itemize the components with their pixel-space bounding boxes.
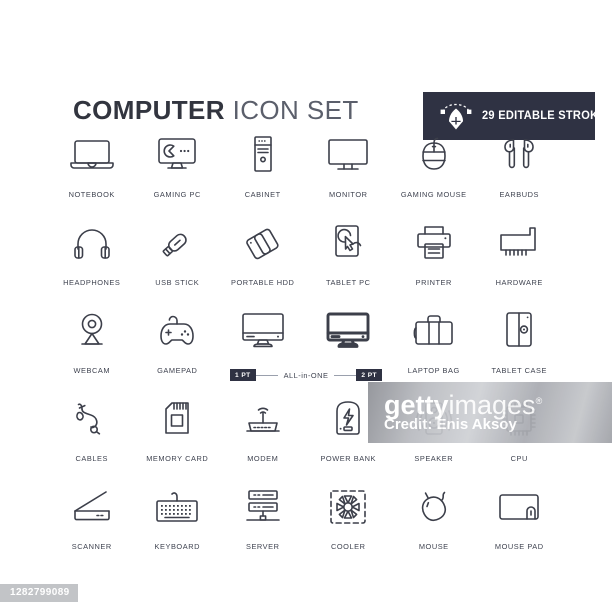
portable-hdd-icon bbox=[232, 214, 294, 272]
getty-watermark: gettyimages® Credit: Enis Aksoy bbox=[368, 382, 612, 443]
header: COMPUTER ICON SET 29 EDITABLE STROKE ICO… bbox=[0, 44, 612, 140]
icon-cell-keyboard[interactable]: KEYBOARD bbox=[135, 478, 221, 566]
icon-label: PRINTER bbox=[415, 278, 452, 287]
icon-label: POWER BANK bbox=[320, 454, 377, 463]
icon-row: NOTEBOOK GAMING PC CABINET MONITOR GAMIN… bbox=[0, 126, 612, 214]
icon-label: COOLER bbox=[330, 542, 366, 551]
tablet-case-icon bbox=[488, 302, 550, 360]
icon-cell-usb-stick[interactable]: USB STICK bbox=[135, 214, 221, 302]
icon-cell-cabinet[interactable]: CABINET bbox=[220, 126, 306, 214]
earbuds-icon bbox=[488, 126, 550, 184]
icon-cell-gaming-pc[interactable]: GAMING PC bbox=[135, 126, 221, 214]
badge-label: 29 EDITABLE STROKE ICONS bbox=[482, 110, 612, 122]
trademark-mark: ® bbox=[535, 396, 543, 406]
all-in-one-1pt-icon bbox=[232, 302, 294, 360]
usb-stick-icon bbox=[146, 214, 208, 272]
mouse-icon bbox=[403, 478, 465, 536]
callout-line-right bbox=[334, 374, 357, 376]
icon-cell-monitor[interactable]: MONITOR bbox=[306, 126, 392, 214]
cabinet-icon bbox=[232, 126, 294, 184]
icon-label: CPU bbox=[510, 454, 528, 463]
all-in-one-label: ALL-in-ONE bbox=[283, 370, 329, 380]
stroke-2pt-badge: 2 PT bbox=[356, 369, 382, 381]
icon-label: NOTEBOOK bbox=[68, 190, 115, 199]
icon-row: HEADPHONES USB STICK PORTABLE HDD TABLET… bbox=[0, 214, 612, 302]
icon-grid: NOTEBOOK GAMING PC CABINET MONITOR GAMIN… bbox=[0, 126, 612, 566]
icon-label: SPEAKER bbox=[414, 454, 454, 463]
headphones-icon bbox=[61, 214, 123, 272]
icon-cell-notebook[interactable]: NOTEBOOK bbox=[49, 126, 135, 214]
gamepad-icon bbox=[146, 302, 208, 360]
icon-label: SERVER bbox=[245, 542, 280, 551]
icon-cell-portable-hdd[interactable]: PORTABLE HDD bbox=[220, 214, 306, 302]
tablet-pc-icon bbox=[317, 214, 379, 272]
monitor-icon bbox=[317, 126, 379, 184]
page-title: COMPUTER ICON SET bbox=[73, 96, 359, 124]
icon-cell-gaming-mouse[interactable]: GAMING MOUSE bbox=[391, 126, 477, 214]
icon-label: HEADPHONES bbox=[63, 278, 121, 287]
scanner-icon bbox=[61, 478, 123, 536]
icon-cell-headphones[interactable]: HEADPHONES bbox=[49, 214, 135, 302]
icon-cell-cables[interactable]: CABLES bbox=[49, 390, 135, 478]
icon-label: GAMING PC bbox=[153, 190, 201, 199]
title-light: ICON SET bbox=[232, 95, 359, 125]
icon-label: HARDWARE bbox=[495, 278, 543, 287]
icon-label: TABLET PC bbox=[325, 278, 371, 287]
icon-label: CABINET bbox=[244, 190, 281, 199]
icon-cell-modem[interactable]: MODEM bbox=[220, 390, 306, 478]
hardware-card-icon bbox=[488, 214, 550, 272]
stroke-1pt-badge: 1 PT bbox=[230, 369, 256, 381]
icon-label: KEYBOARD bbox=[154, 542, 200, 551]
icon-cell-memory-card[interactable]: MEMORY CARD bbox=[135, 390, 221, 478]
icon-cell-printer[interactable]: PRINTER bbox=[391, 214, 477, 302]
gaming-pc-icon bbox=[146, 126, 208, 184]
callout-line-left bbox=[255, 374, 278, 376]
icon-label: CABLES bbox=[75, 454, 108, 463]
server-icon bbox=[232, 478, 294, 536]
laptop-bag-icon bbox=[403, 302, 465, 360]
stroke-weight-callout: 1 PT ALL-in-ONE 2 PT bbox=[0, 368, 612, 382]
icon-row: SCANNER KEYBOARD SERVER COOLER MOUSE MOU… bbox=[0, 478, 612, 566]
icon-label: EARBUDS bbox=[499, 190, 540, 199]
icon-label: MEMORY CARD bbox=[146, 454, 209, 463]
memory-card-icon bbox=[146, 390, 208, 448]
icon-label: MONITOR bbox=[328, 190, 368, 199]
icon-cell-hardware[interactable]: HARDWARE bbox=[477, 214, 563, 302]
icon-set-sheet: COMPUTER ICON SET 29 EDITABLE STROKE ICO… bbox=[0, 0, 612, 612]
cooler-icon bbox=[317, 478, 379, 536]
modem-icon bbox=[232, 390, 294, 448]
icon-cell-earbuds[interactable]: EARBUDS bbox=[477, 126, 563, 214]
title-bold: COMPUTER bbox=[73, 95, 225, 125]
icon-cell-tablet-pc[interactable]: TABLET PC bbox=[306, 214, 392, 302]
cables-icon bbox=[61, 390, 123, 448]
webcam-icon bbox=[61, 302, 123, 360]
icon-cell-mouse[interactable]: MOUSE bbox=[391, 478, 477, 566]
asset-id-badge: 1282799089 bbox=[0, 584, 78, 602]
icon-label: MODEM bbox=[247, 454, 279, 463]
icon-label: GAMING MOUSE bbox=[400, 190, 467, 199]
icon-cell-server[interactable]: SERVER bbox=[220, 478, 306, 566]
icon-label: SCANNER bbox=[71, 542, 112, 551]
printer-icon bbox=[403, 214, 465, 272]
getty-wordmark: gettyimages® bbox=[384, 387, 542, 419]
icon-label: PORTABLE HDD bbox=[231, 278, 295, 287]
icon-cell-cooler[interactable]: COOLER bbox=[306, 478, 392, 566]
getty-credit: Credit: Enis Aksoy bbox=[384, 416, 517, 433]
icon-cell-mouse-pad[interactable]: MOUSE PAD bbox=[477, 478, 563, 566]
icon-label: MOUSE PAD bbox=[494, 542, 544, 551]
icon-label: USB STICK bbox=[155, 278, 200, 287]
notebook-icon bbox=[61, 126, 123, 184]
all-in-one-2pt-icon bbox=[317, 302, 379, 360]
gaming-mouse-icon bbox=[403, 126, 465, 184]
keyboard-icon bbox=[146, 478, 208, 536]
mouse-pad-icon bbox=[488, 478, 550, 536]
icon-cell-scanner[interactable]: SCANNER bbox=[49, 478, 135, 566]
icon-label: MOUSE bbox=[418, 542, 449, 551]
